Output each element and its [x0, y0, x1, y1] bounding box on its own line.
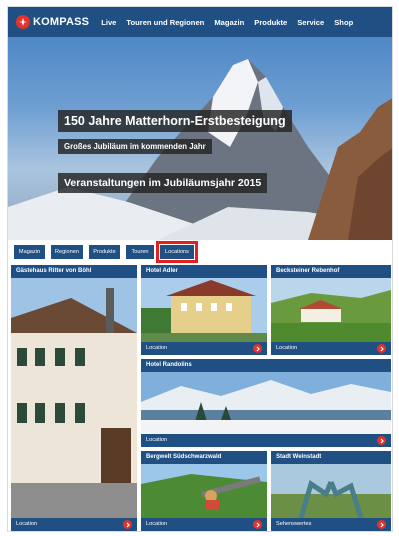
nav-item-live[interactable]: Live — [101, 18, 116, 27]
tile-footer: Location — [271, 342, 391, 355]
nav-item-service[interactable]: Service — [297, 18, 324, 27]
kompass-logo[interactable]: KOMPASS — [16, 15, 89, 29]
tile-title: Hotel Randolins — [141, 359, 391, 372]
tile-title: Bergwelt Südschwarzwald — [141, 451, 267, 464]
arrow-right-icon[interactable] — [253, 520, 262, 529]
summer-toboggan-photo — [141, 464, 267, 518]
hero-title[interactable]: 150 Jahre Matterhorn-Erstbesteigung — [58, 110, 292, 132]
tile-footer: Sehenswertes — [271, 518, 391, 531]
tile-footer: Location — [141, 434, 391, 447]
guesthouse-photo — [11, 278, 137, 518]
tab-locations[interactable]: Locations — [156, 241, 198, 263]
tile-hotel-randolins[interactable]: Hotel Randolins Location — [141, 359, 391, 447]
vineyard-photo — [271, 278, 391, 342]
compass-logo-icon — [16, 15, 30, 29]
tile-footer: Location — [141, 342, 267, 355]
tab-regionen[interactable]: Regionen — [51, 245, 83, 259]
nav-item-shop[interactable]: Shop — [334, 18, 353, 27]
nav-item-produkte[interactable]: Produkte — [254, 18, 287, 27]
tile-footer: Location — [141, 518, 267, 531]
tab-magazin[interactable]: Magazin — [14, 245, 45, 259]
tile-title: Hotel Adler — [141, 265, 267, 278]
tab-produkte[interactable]: Produkte — [89, 245, 120, 259]
top-navigation-bar: KOMPASS Live Touren und Regionen Magazin… — [8, 7, 392, 37]
tile-hotel-adler[interactable]: Hotel Adler Location — [141, 265, 267, 355]
nav-item-magazin[interactable]: Magazin — [214, 18, 244, 27]
browser-page: KOMPASS Live Touren und Regionen Magazin… — [7, 6, 393, 532]
tile-title: Becksteiner Rebenhof — [271, 265, 391, 278]
tile-stadt-weinstadt[interactable]: Stadt Weinstadt Sehenswertes — [271, 451, 391, 531]
tile-title: Stadt Weinstadt — [271, 451, 391, 464]
category-tabs: Magazin Regionen Produkte Touren Locatio… — [8, 240, 392, 264]
tile-footer: Location — [11, 518, 137, 531]
arrow-right-icon[interactable] — [123, 520, 132, 529]
arrow-right-icon[interactable] — [253, 344, 262, 353]
winter-lake-photo — [141, 372, 391, 434]
hero-subtitle: Großes Jubiläum im kommenden Jahr — [58, 139, 212, 154]
tile-bergwelt-suedschwarzwald[interactable]: Bergwelt Südschwarzwald Location — [141, 451, 267, 531]
nav-item-touren-und-regionen[interactable]: Touren und Regionen — [126, 18, 204, 27]
arrow-right-icon[interactable] — [377, 520, 386, 529]
tile-becksteiner-rebenhof[interactable]: Becksteiner Rebenhof Location — [271, 265, 391, 355]
hero-events-link[interactable]: Veranstaltungen im Jubiläumsjahr 2015 — [58, 173, 268, 193]
logo-text: KOMPASS — [33, 16, 90, 28]
tile-title: Gästehaus Ritter von Böhl — [11, 265, 137, 278]
hero-banner[interactable]: 150 Jahre Matterhorn-Erstbesteigung Groß… — [8, 37, 392, 240]
tile-gaestehaus-ritter-von-boehl[interactable]: Gästehaus Ritter von Böhl Location — [11, 265, 137, 531]
hotel-adler-photo — [141, 278, 267, 342]
sculpture-photo — [271, 464, 391, 518]
arrow-right-icon[interactable] — [377, 436, 386, 445]
arrow-right-icon[interactable] — [377, 344, 386, 353]
tab-touren[interactable]: Touren — [126, 245, 154, 259]
